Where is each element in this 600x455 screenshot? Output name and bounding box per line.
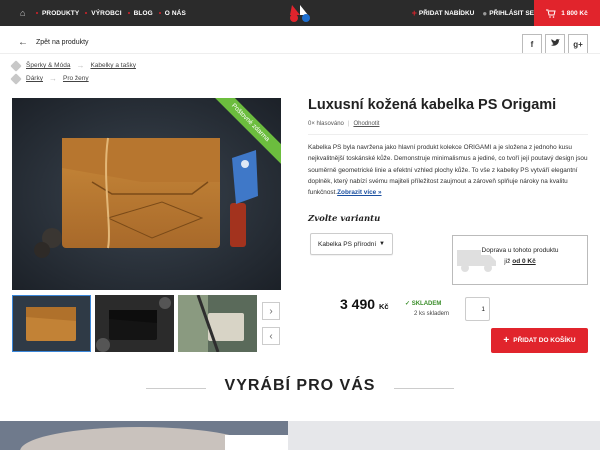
thumbnail-2[interactable] — [95, 295, 174, 352]
breadcrumb-link[interactable]: Kabelky a tašky — [90, 62, 136, 69]
leather-bag-photo — [12, 98, 281, 290]
arrow-left-icon: ← — [18, 37, 28, 48]
cart-icon — [546, 9, 556, 18]
section-line-left — [146, 388, 206, 389]
thumbnail-next-button[interactable]: › — [262, 302, 280, 320]
delivery-amount[interactable]: od 0 Kč — [512, 258, 535, 265]
plus-icon: + — [503, 335, 510, 346]
breadcrumb-link[interactable]: Dárky — [26, 75, 43, 82]
menu-item-label: PRODUKTY — [42, 9, 80, 17]
product-description: Kabelka PS byla navržena jako hlavní pro… — [308, 142, 590, 198]
votes-count: 0× hlasováno — [308, 121, 344, 127]
makers-preview-image — [0, 421, 600, 455]
delivery-info-box: Doprava u tohoto produktu již od 0 Kč — [452, 235, 588, 285]
breadcrumb: Dárky → Pro ženy — [10, 72, 89, 85]
thumbnail-3[interactable] — [178, 295, 257, 352]
menu-item-produkty[interactable]: PRODUKTY — [36, 10, 79, 17]
rate-link[interactable]: Ohodnotit — [353, 121, 379, 127]
menu-item-label: VÝROBCI — [91, 9, 122, 17]
add-to-cart-label: PŘIDAT DO KOŠÍKU — [513, 337, 576, 344]
check-icon: ✓ — [405, 301, 411, 307]
quantity-value: 1 — [481, 305, 485, 313]
stock-count: 2 ks skladem — [414, 311, 450, 317]
quantity-input[interactable]: 1 — [465, 297, 490, 321]
menu-item-label: O NÁS — [164, 9, 186, 17]
thumbnail-prev-button[interactable]: ‹ — [262, 327, 280, 345]
section-line-right — [394, 388, 454, 389]
variant-selected: Kabelka PS přírodní — [318, 240, 377, 248]
header-divider — [0, 53, 600, 54]
menu-item-label: BLOG — [133, 9, 153, 17]
price-value: 3 490 — [340, 296, 376, 312]
delivery-prefix: již — [504, 258, 511, 265]
home-icon[interactable]: ⌂ — [20, 8, 30, 18]
arrow-right-icon: → — [76, 61, 85, 70]
price-currency: Kč — [378, 302, 389, 311]
variant-select[interactable]: Kabelka PS přírodní ▼ — [310, 233, 393, 255]
section-title: VYRÁBÍ PRO VÁS — [224, 377, 376, 394]
facebook-icon: f — [530, 39, 534, 49]
back-label: Zpět na produkty — [36, 39, 89, 46]
chevron-right-icon: › — [269, 305, 273, 317]
plus-icon: + — [411, 8, 417, 18]
makers-strip — [0, 421, 600, 455]
bullet-dot — [36, 12, 38, 14]
makers-section-header: VYRÁBÍ PRO VÁS — [0, 377, 600, 395]
stock-info: ✓ SKLADEM 2 ks skladem — [405, 299, 449, 319]
product-title: Luxusní kožená kabelka PS Origami — [308, 97, 557, 113]
breadcrumb-link[interactable]: Šperky & Móda — [26, 62, 70, 69]
back-to-products-link[interactable]: ← Zpět na produkty — [18, 37, 89, 48]
add-to-cart-button[interactable]: + PŘIDAT DO KOŠÍKU — [491, 328, 588, 353]
menu-item-blog[interactable]: BLOG — [127, 9, 153, 17]
user-icon: ● — [482, 8, 488, 18]
top-navigation-bar: ⌂ PRODUKTY VÝROBCI BLOG O NÁS + PŘIDAT NA… — [0, 0, 600, 26]
arrow-right-icon: → — [48, 74, 57, 83]
twitter-share-button[interactable] — [545, 34, 565, 54]
add-offer-label: PŘIDAT NABÍDKU — [418, 9, 475, 17]
thumbnail-photo — [12, 295, 91, 352]
chevron-left-icon: ‹ — [269, 330, 273, 342]
caret-down-icon: ▼ — [379, 241, 385, 247]
show-more-link[interactable]: Zobrazit více » — [337, 189, 381, 196]
login-label: PŘIHLÁSIT SE — [489, 9, 534, 17]
bullet-dot — [85, 12, 88, 14]
cart-button[interactable]: 1 800 Kč — [534, 0, 600, 26]
thumbnail-photo — [178, 295, 257, 352]
product-price: 3 490 Kč — [340, 296, 389, 312]
product-main-image[interactable]: Poštovné zdarma — [12, 98, 281, 290]
user-actions: + PŘIDAT NABÍDKU ● PŘIHLÁSIT SE — [412, 0, 534, 26]
twitter-icon — [550, 39, 560, 49]
main-menu: PRODUKTY VÝROBCI BLOG O NÁS — [36, 0, 186, 26]
google-plus-icon: g+ — [573, 39, 583, 49]
variant-label: Zvolte variantu — [308, 214, 381, 224]
rating-separator: | — [347, 121, 350, 127]
thumbnail-photo — [95, 295, 174, 352]
menu-item-o-nas[interactable]: O NÁS — [158, 9, 186, 17]
tag-icon — [10, 59, 22, 72]
bullet-dot — [127, 12, 130, 14]
add-offer-link[interactable]: + PŘIDAT NABÍDKU — [412, 8, 475, 18]
menu-item-vyrobci[interactable]: VÝROBCI — [85, 9, 122, 17]
site-logo[interactable] — [286, 3, 314, 23]
cart-total: 1 800 Kč — [561, 9, 588, 17]
tag-icon — [10, 72, 22, 85]
stock-status: SKLADEM — [411, 301, 442, 307]
rating-row: 0× hlasováno | Ohodnotit — [308, 121, 379, 127]
thumbnail-1[interactable] — [12, 295, 91, 352]
login-link[interactable]: ● PŘIHLÁSIT SE — [482, 9, 534, 18]
google-plus-share-button[interactable]: g+ — [568, 34, 588, 54]
truck-icon — [457, 250, 496, 272]
breadcrumb: Šperky & Móda → Kabelky a tašky — [10, 59, 136, 72]
facebook-share-button[interactable]: f — [522, 34, 542, 54]
title-divider — [308, 134, 588, 135]
bullet-dot — [158, 12, 161, 14]
breadcrumb-link[interactable]: Pro ženy — [63, 75, 89, 82]
